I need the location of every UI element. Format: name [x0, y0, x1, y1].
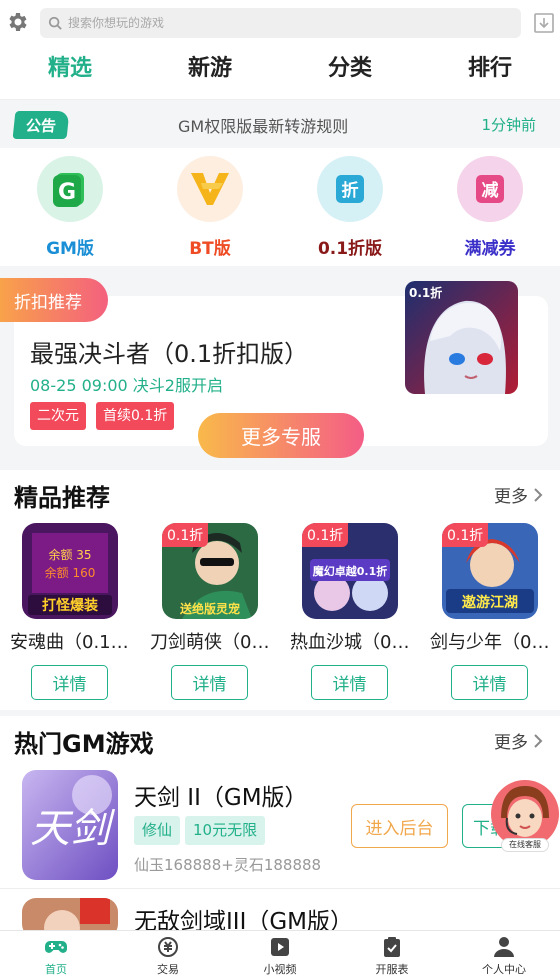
category-label: GM版 — [46, 239, 94, 259]
nav-label: 首页 — [45, 963, 67, 976]
divider — [0, 888, 560, 889]
top-bar — [0, 0, 560, 44]
game-icon[interactable]: 遨游江湖 0.1折 — [442, 523, 538, 619]
app-root: 精选 新游 分类 排行 公告 GM权限版最新转游规则 1分钟前 G GM版 — [0, 0, 560, 980]
category-coupon[interactable]: 减 满减券 — [420, 148, 560, 266]
gear-icon[interactable] — [6, 10, 30, 34]
section-title: 精品推荐 — [14, 484, 110, 512]
nav-label: 交易 — [157, 963, 179, 976]
game-art-text: 天剑 — [30, 806, 116, 852]
genre-pill: 二次元 — [30, 402, 86, 430]
nav-label: 个人中心 — [482, 963, 526, 976]
game-icon[interactable]: 送绝版灵宠 0.1折 — [162, 523, 258, 619]
discount-recommend-section: 折扣推荐 最强决斗者（0.1折扣版） 08-25 09:00 决斗2服开启 二次… — [0, 266, 560, 466]
game-name[interactable]: 热血沙城（0.1折） — [290, 628, 415, 654]
discount-badge: 0.1折 — [442, 523, 489, 547]
game-icon[interactable]: 余额 35 余额 160 打怪爆装 — [22, 523, 118, 619]
person-icon — [494, 937, 514, 957]
enter-backend-button[interactable]: 进入后台 — [351, 804, 448, 848]
search-input[interactable] — [68, 16, 468, 30]
top-tabs: 精选 新游 分类 排行 — [0, 44, 560, 103]
nav-trade[interactable]: 交易 — [112, 931, 224, 980]
trade-icon — [158, 937, 178, 957]
discount-server-time: 08-25 09:00 决斗2服开启 — [30, 376, 223, 395]
nav-server-schedule[interactable]: 开服表 — [336, 931, 448, 980]
tab-categories[interactable]: 分类 — [280, 44, 420, 99]
game-name[interactable]: 安魂曲（0.1折） — [10, 628, 135, 654]
gm-game-desc: 仙玉168888+灵石188888 — [134, 856, 322, 874]
svg-text:G: G — [58, 180, 76, 205]
discount-pill: 首续0.1折 — [96, 402, 175, 430]
tab-featured[interactable]: 精选 — [0, 44, 140, 103]
boutique-section: 精品推荐 更多 余额 35 余额 160 打怪爆装 安魂曲（0.1折） 详情 送… — [0, 470, 560, 710]
game-art-text: 魔幻卓越0.1折 — [313, 564, 388, 578]
discount-badge: 0.1折 — [162, 523, 209, 547]
gm-game-name[interactable]: 天剑 II（GM版） — [134, 778, 308, 812]
notice-bar[interactable]: 公告 GM权限版最新转游规则 1分钟前 — [0, 100, 560, 148]
tab-new-games[interactable]: 新游 — [140, 44, 280, 99]
search-icon — [48, 16, 62, 30]
game-art-text: 遨游江湖 — [462, 594, 518, 611]
feature-tag: 10元无限 — [185, 816, 266, 845]
category-gm[interactable]: G GM版 — [0, 148, 140, 266]
category-label: 0.1折版 — [317, 239, 383, 259]
notice-text[interactable]: GM权限版最新转游规则 — [178, 113, 348, 137]
game-name[interactable]: 刀剑萌侠（0.1折） — [150, 628, 275, 654]
category-row: G GM版 BT版 折 0.1折版 减 满减券 — [0, 148, 560, 266]
game-art-text: 打怪爆装 — [42, 597, 99, 614]
g-icon: G — [37, 156, 103, 222]
game-icon[interactable]: 魔幻卓越0.1折 0.1折 — [302, 523, 398, 619]
details-button[interactable]: 详情 — [31, 665, 108, 700]
nav-label: 开服表 — [375, 963, 409, 976]
genre-tag: 修仙 — [134, 816, 181, 845]
gm-game-row[interactable]: 天剑 天剑 II（GM版） 修仙 10元无限 仙玉168888+灵石188888… — [0, 770, 560, 890]
nav-label: 小视频 — [263, 963, 297, 976]
category-label: BT版 — [189, 239, 231, 259]
discount-tag: 折扣推荐 — [0, 278, 108, 322]
discount-game-image[interactable]: 0.1折 — [405, 281, 518, 394]
svg-text:余额 160: 余额 160 — [45, 565, 96, 580]
section-title: 热门GM游戏 — [14, 730, 154, 758]
chevron-right-icon — [534, 487, 543, 502]
more-label: 更多 — [494, 487, 528, 507]
discount-game-title[interactable]: 最强决斗者（0.1折扣版） — [30, 334, 308, 369]
notice-badge: 公告 — [12, 111, 70, 139]
download-manager-icon[interactable] — [533, 12, 555, 34]
more-link[interactable]: 更多 — [494, 728, 544, 753]
game-art-text: 送绝版灵宠 — [179, 601, 240, 616]
chevron-right-icon — [534, 733, 543, 748]
nav-short-video[interactable]: 小视频 — [224, 931, 336, 980]
discount-icon: 折 — [317, 156, 383, 222]
tab-rankings[interactable]: 排行 — [420, 44, 560, 99]
category-discount[interactable]: 折 0.1折版 — [280, 148, 420, 266]
v-icon — [177, 156, 243, 222]
coupon-icon: 减 — [457, 156, 523, 222]
bottom-nav: 首页 交易 小视频 开服表 个人中心 — [0, 930, 560, 980]
details-button[interactable]: 详情 — [171, 665, 248, 700]
details-button[interactable]: 详情 — [311, 665, 388, 700]
game-icon[interactable]: 天剑 — [22, 770, 118, 880]
game-name[interactable]: 剑与少年（0.1折） — [430, 628, 555, 654]
customer-service-label: 在线客服 — [501, 838, 549, 852]
image-badge: 0.1折 — [409, 285, 442, 300]
notice-time: 1分钟前 — [481, 116, 536, 134]
svg-text:折: 折 — [342, 180, 359, 201]
discount-badge: 0.1折 — [302, 523, 349, 547]
more-servers-button[interactable]: 更多专服 — [198, 413, 364, 458]
calendar-icon — [384, 937, 400, 957]
more-link[interactable]: 更多 — [494, 482, 544, 507]
category-label: 满减券 — [464, 239, 516, 259]
customer-service-button[interactable]: 在线客服 — [487, 778, 560, 856]
svg-text:减: 减 — [482, 180, 499, 201]
gm-games-section: 热门GM游戏 更多 天剑 天剑 II（GM版） 修仙 10元无限 仙玉16888… — [0, 716, 560, 938]
details-button[interactable]: 详情 — [451, 665, 528, 700]
search-bar[interactable] — [40, 8, 521, 38]
gamepad-icon — [45, 941, 67, 953]
svg-text:余额 35: 余额 35 — [48, 547, 91, 562]
nav-home[interactable]: 首页 — [0, 931, 112, 980]
video-icon — [271, 938, 289, 956]
more-label: 更多 — [494, 733, 528, 753]
category-bt[interactable]: BT版 — [140, 148, 280, 266]
nav-profile[interactable]: 个人中心 — [448, 931, 560, 980]
